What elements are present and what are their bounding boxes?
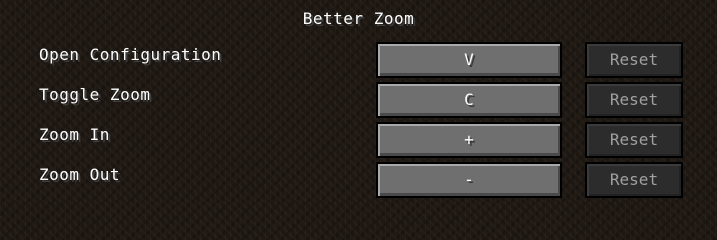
reset-button-open-configuration[interactable]: Reset: [585, 42, 683, 78]
keybinding-row-toggle-zoom: Toggle Zoom C Reset: [0, 82, 717, 118]
keybinding-label: Zoom Out: [39, 165, 121, 184]
keybinding-label: Zoom In: [39, 125, 110, 144]
keybinding-row-zoom-out: Zoom Out - Reset: [0, 162, 717, 198]
screen-title: Better Zoom: [302, 9, 415, 28]
keybinding-button-toggle-zoom[interactable]: C: [376, 82, 562, 118]
reset-button-zoom-in[interactable]: Reset: [585, 122, 683, 158]
reset-button-toggle-zoom[interactable]: Reset: [585, 82, 683, 118]
keybinding-row-open-configuration: Open Configuration V Reset: [0, 42, 717, 78]
keybinding-row-zoom-in: Zoom In + Reset: [0, 122, 717, 158]
reset-button-zoom-out[interactable]: Reset: [585, 162, 683, 198]
keybinding-button-open-configuration[interactable]: V: [376, 42, 562, 78]
keybinding-label: Open Configuration: [39, 45, 222, 64]
keybinding-button-zoom-out[interactable]: -: [376, 162, 562, 198]
keybinding-label: Toggle Zoom: [39, 85, 151, 104]
keybinding-button-zoom-in[interactable]: +: [376, 122, 562, 158]
